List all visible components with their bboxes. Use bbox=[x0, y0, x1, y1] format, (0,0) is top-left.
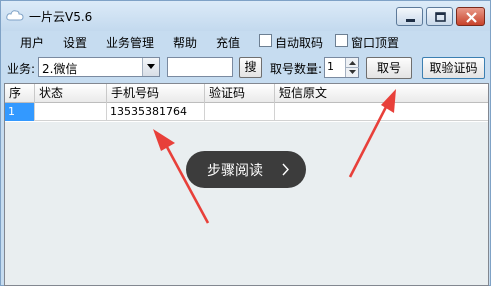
column-header-index[interactable]: 序 bbox=[5, 84, 35, 103]
table-header: 序 状态 手机号码 验证码 短信原文 bbox=[5, 84, 488, 103]
chevron-right-icon bbox=[282, 163, 289, 176]
always-on-top-label[interactable]: 窗口顶置 bbox=[351, 34, 399, 51]
cell-code[interactable] bbox=[205, 103, 275, 121]
menu-item-user[interactable]: 用户 bbox=[20, 34, 44, 51]
cell-sms[interactable] bbox=[275, 103, 488, 121]
auto-get-code-checkbox[interactable] bbox=[259, 34, 272, 47]
always-on-top-checkbox[interactable] bbox=[335, 34, 348, 47]
stepper-buttons[interactable] bbox=[345, 58, 359, 77]
minimize-button[interactable] bbox=[396, 7, 423, 26]
select-dropdown-button[interactable] bbox=[142, 58, 159, 76]
search-button[interactable]: 搜 bbox=[239, 57, 262, 78]
menu-item-settings[interactable]: 设置 bbox=[63, 34, 87, 51]
get-code-button[interactable]: 取验证码 bbox=[422, 57, 485, 79]
quantity-stepper[interactable]: 1 bbox=[324, 57, 359, 78]
toolbar: 业务: 2.微信 搜 取号数量: 1 取号 取验证码 bbox=[1, 54, 490, 82]
step-reading-overlay[interactable]: 步骤阅读 bbox=[186, 151, 306, 188]
minimize-icon bbox=[406, 19, 415, 22]
cell-index[interactable]: 1 bbox=[5, 103, 35, 121]
menu-bar: 用户 设置 业务管理 帮助 充值 自动取码 窗口顶置 bbox=[1, 31, 490, 52]
quantity-value: 1 bbox=[327, 60, 334, 73]
menu-item-recharge[interactable]: 充值 bbox=[216, 34, 240, 51]
maximize-button[interactable] bbox=[426, 7, 453, 26]
quantity-label: 取号数量: bbox=[270, 62, 323, 76]
column-header-status[interactable]: 状态 bbox=[35, 84, 107, 103]
close-button[interactable] bbox=[456, 7, 485, 26]
cloud-icon bbox=[6, 10, 24, 21]
stepper-arrows-icon bbox=[346, 61, 359, 74]
close-icon bbox=[466, 12, 477, 23]
menu-item-business[interactable]: 业务管理 bbox=[106, 34, 154, 51]
table-empty-area bbox=[5, 122, 488, 285]
table-row[interactable]: 1 13535381764 bbox=[5, 103, 488, 121]
column-header-phone[interactable]: 手机号码 bbox=[107, 84, 205, 103]
cell-phone[interactable]: 13535381764 bbox=[107, 103, 205, 121]
menu-item-help[interactable]: 帮助 bbox=[173, 34, 197, 51]
get-number-button[interactable]: 取号 bbox=[366, 57, 412, 79]
auto-get-code-label[interactable]: 自动取码 bbox=[275, 34, 323, 51]
column-header-code[interactable]: 验证码 bbox=[205, 84, 275, 103]
service-label: 业务: bbox=[7, 62, 36, 76]
service-select-value: 2.微信 bbox=[42, 62, 78, 76]
maximize-icon bbox=[435, 12, 446, 22]
app-window: 一片云V5.6 用户 设置 业务管理 帮助 充值 自动取码 窗口顶置 业务: 2… bbox=[0, 0, 491, 286]
window-title: 一片云V5.6 bbox=[29, 10, 93, 24]
service-select[interactable]: 2.微信 bbox=[38, 57, 160, 77]
cell-status[interactable] bbox=[35, 103, 107, 121]
search-input[interactable] bbox=[167, 57, 233, 77]
chevron-down-icon bbox=[147, 64, 155, 69]
column-header-sms[interactable]: 短信原文 bbox=[275, 84, 488, 103]
title-bar[interactable]: 一片云V5.6 bbox=[1, 1, 490, 31]
step-reading-label: 步骤阅读 bbox=[207, 163, 263, 179]
